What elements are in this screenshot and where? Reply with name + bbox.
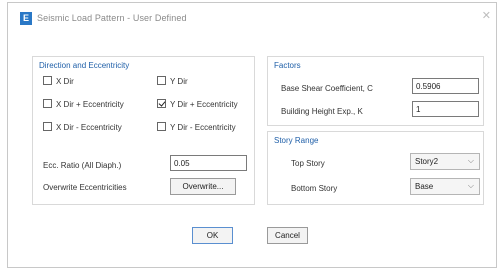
x-dir-label: X Dir [56,77,74,86]
story-range-group: Story Range Top Story Story2 ⌵ Bottom St… [267,131,484,205]
height-exp-input[interactable]: 1 [412,101,479,117]
y-dir-plus-ecc-checkbox[interactable] [157,99,166,108]
y-dir-plus-ecc-label: Y Dir + Eccentricity [170,100,238,109]
top-story-select[interactable]: Story2 ⌵ [410,153,480,170]
overwrite-eccentricities-label: Overwrite Eccentricities [43,183,127,192]
x-dir-minus-ecc-checkbox[interactable] [43,122,52,131]
y-dir-minus-ecc-checkbox[interactable] [157,122,166,131]
base-shear-label: Base Shear Coefficient, C [281,84,373,93]
direction-eccentricity-group: Direction and Eccentricity X Dir Y Dir X… [32,56,255,205]
seismic-load-pattern-dialog: E Seismic Load Pattern - User Defined ✕ … [7,2,497,268]
top-story-label: Top Story [291,159,325,168]
y-dir-minus-ecc-label: Y Dir - Eccentricity [170,123,236,132]
bottom-story-select[interactable]: Base ⌵ [410,178,480,195]
close-icon[interactable]: ✕ [482,9,491,22]
direction-eccentricity-title: Direction and Eccentricity [39,61,130,70]
bottom-story-value: Base [415,182,434,191]
x-dir-checkbox[interactable] [43,76,52,85]
factors-title: Factors [274,61,301,70]
top-story-value: Story2 [415,157,439,166]
bottom-story-label: Bottom Story [291,184,338,193]
story-range-title: Story Range [274,136,319,145]
cancel-button[interactable]: Cancel [267,227,308,244]
x-dir-plus-ecc-label: X Dir + Eccentricity [56,100,124,109]
x-dir-plus-ecc-checkbox[interactable] [43,99,52,108]
etabs-app-icon: E [20,12,32,25]
overwrite-button[interactable]: Overwrite... [170,178,236,195]
title-bar: E Seismic Load Pattern - User Defined ✕ [8,3,496,31]
base-shear-input[interactable]: 0.5906 [412,78,479,94]
x-dir-minus-ecc-label: X Dir - Eccentricity [56,123,122,132]
ecc-ratio-label: Ecc. Ratio (All Diaph.) [43,161,122,170]
y-dir-label: Y Dir [170,77,188,86]
factors-group: Factors Base Shear Coefficient, C 0.5906… [267,56,484,126]
window-title: Seismic Load Pattern - User Defined [37,13,187,23]
y-dir-checkbox[interactable] [157,76,166,85]
height-exp-label: Building Height Exp., K [281,107,363,116]
ok-button[interactable]: OK [192,227,233,244]
chevron-down-icon: ⌵ [467,181,474,190]
ecc-ratio-input[interactable]: 0.05 [170,155,247,171]
chevron-down-icon: ⌵ [467,156,474,165]
